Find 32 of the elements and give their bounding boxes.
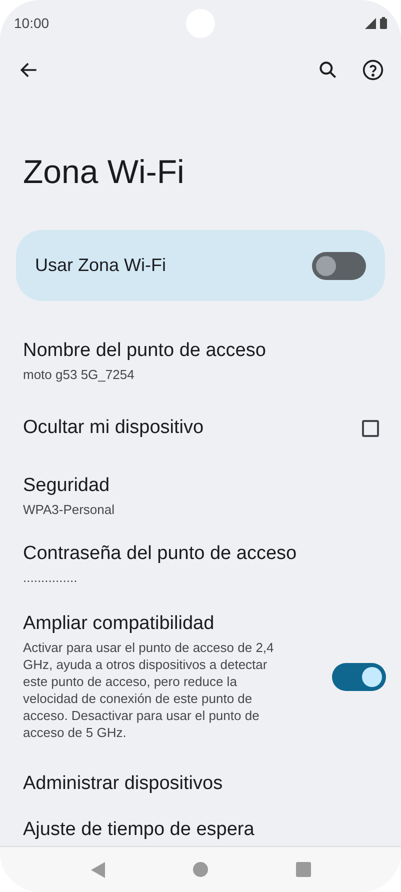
help-button[interactable] (361, 58, 385, 82)
setting-title: Seguridad (23, 474, 111, 498)
setting-title: Ajuste de tiempo de espera (23, 818, 254, 842)
setting-title: Contraseña del punto de acceso (23, 542, 298, 566)
setting-row[interactable]: Administrar dispositivos (0, 755, 401, 814)
main-switch-card[interactable]: Usar Zona Wi-Fi (16, 230, 385, 301)
main-switch-label: Usar Zona Wi-Fi (35, 254, 166, 277)
home-nav-button[interactable] (192, 862, 208, 877)
setting-row[interactable]: Contraseña del punto de acceso ............... (0, 530, 401, 598)
status-time: 10:00 (14, 14, 50, 32)
page-title: Zona Wi-Fi (22, 152, 186, 192)
search-icon (317, 59, 339, 81)
toggle-switch[interactable] (332, 662, 386, 691)
setting-title: Ocultar mi dispositivo (23, 416, 204, 440)
setting-summary: WPA3-Personal (23, 500, 116, 518)
setting-summary: ............... (23, 568, 78, 586)
setting-summary: moto g53 5G_7254 (23, 366, 136, 384)
setting-row[interactable]: Ocultar mi dispositivo (0, 395, 401, 462)
setting-row[interactable]: Ajuste de tiempo de espera (0, 814, 401, 846)
setting-title: Administrar dispositivos (23, 772, 223, 796)
setting-title: Ampliar compatibilidad (23, 612, 216, 636)
setting-title: Nombre del punto de acceso (23, 339, 267, 364)
setting-row[interactable]: Nombre del punto de acceso moto g53 5G_7254 (0, 327, 401, 396)
battery-icon (380, 17, 387, 29)
help-icon (362, 59, 384, 81)
signal-icon (365, 18, 376, 28)
back-nav-button[interactable] (90, 862, 104, 878)
checkbox[interactable] (362, 420, 379, 437)
toggle-switch[interactable] (312, 252, 366, 280)
setting-row[interactable]: Seguridad WPA3-Personal (0, 462, 401, 530)
recents-nav-button[interactable] (296, 862, 310, 877)
setting-summary: Activar para usar el punto de acceso de 2,4 GHz, ayuda a otros dispositivos a detectar este punto de acceso, pero reduce la velocidad de conexión de este punto de acceso. Desactivar para usar el punto de acceso de 5 GHz. (23, 639, 275, 742)
